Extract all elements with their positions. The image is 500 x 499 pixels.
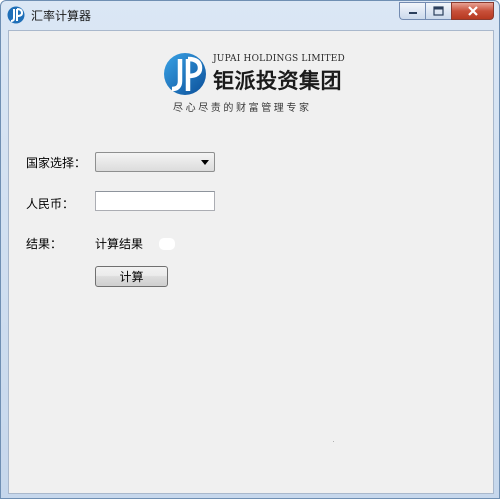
jupai-logo-mark	[164, 53, 206, 95]
stray-dot	[333, 441, 334, 442]
result-label: 结果：	[26, 237, 63, 251]
client-area: JUPAI HOLDINGS LIMITED 钜派投资集团 尽心尽责的财富管理专…	[8, 30, 494, 494]
close-button[interactable]	[451, 2, 494, 20]
logo-slogan: 尽心尽责的财富管理专家	[173, 103, 312, 114]
chevron-down-icon	[201, 160, 209, 165]
company-logo: JUPAI HOLDINGS LIMITED 钜派投资集团 尽心尽责的财富管理专…	[163, 51, 353, 115]
rmb-input[interactable]	[95, 191, 215, 211]
calculate-button[interactable]: 计算	[95, 266, 168, 287]
close-icon	[467, 6, 478, 16]
result-placeholder-mark	[159, 238, 175, 250]
minimize-icon	[408, 12, 417, 14]
maximize-icon	[433, 6, 444, 16]
rmb-label: 人民币：	[26, 197, 75, 211]
window-title: 汇率计算器	[31, 9, 92, 23]
title-bar[interactable]: 汇率计算器	[1, 1, 499, 29]
maximize-button[interactable]	[425, 2, 451, 20]
logo-english-name: JUPAI HOLDINGS LIMITED	[213, 54, 345, 64]
logo-chinese-name: 钜派投资集团	[213, 68, 342, 93]
country-label: 国家选择：	[26, 156, 87, 170]
app-window: 汇率计算器 JUPAI HOLDINGS LIMITED 钜派投资集团 尽心尽责…	[0, 0, 500, 499]
minimize-button[interactable]	[399, 2, 425, 20]
country-select[interactable]	[95, 152, 215, 172]
result-value: 计算结果	[95, 237, 144, 251]
jupai-logo-icon	[7, 6, 25, 24]
window-controls	[399, 2, 494, 20]
